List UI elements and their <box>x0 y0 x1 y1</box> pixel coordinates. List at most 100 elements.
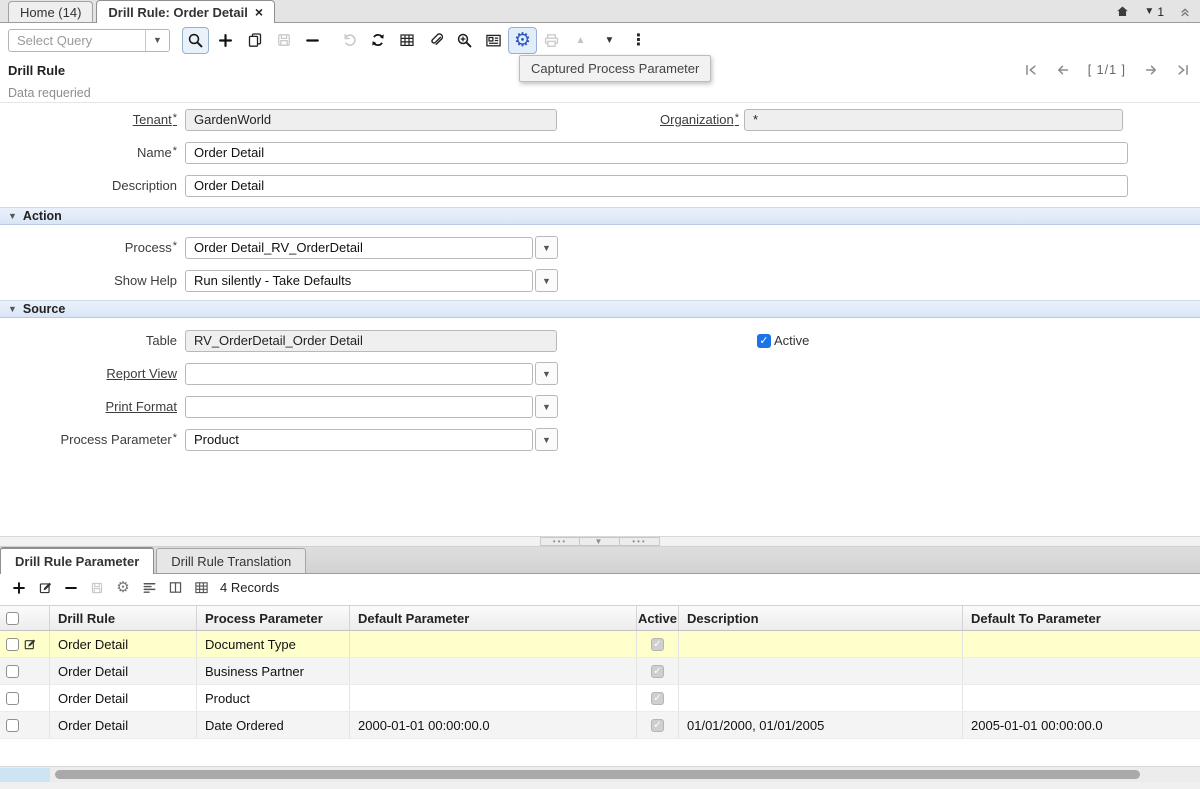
tab-home[interactable]: Home (14) <box>8 1 93 22</box>
edit-row-button[interactable] <box>32 576 58 600</box>
select-all-checkbox[interactable] <box>6 612 19 625</box>
cell-process-parameter[interactable]: Product <box>197 685 350 711</box>
new-row-button[interactable] <box>6 576 32 600</box>
show-help-field[interactable]: Run silently - Take Defaults <box>185 270 533 292</box>
print-format-field[interactable] <box>185 396 533 418</box>
print-format-combobox[interactable]: ▼ <box>185 395 558 418</box>
quick-entry-icon[interactable] <box>136 576 162 600</box>
new-record-button[interactable] <box>211 27 240 54</box>
column-default-to-parameter[interactable]: Default To Parameter <box>963 606 1200 630</box>
splitter-handle[interactable]: ••• <box>620 537 660 546</box>
more-options-icon[interactable]: ⋮ <box>624 27 653 54</box>
column-description[interactable]: Description <box>679 606 963 630</box>
cell-process-parameter[interactable]: Document Type <box>197 631 350 657</box>
tab-drill-rule-parameter[interactable]: Drill Rule Parameter <box>0 547 154 574</box>
report-view-label[interactable]: Report View <box>0 366 185 381</box>
column-process-parameter[interactable]: Process Parameter <box>197 606 350 630</box>
cell-default-parameter[interactable] <box>350 685 637 711</box>
row-select-checkbox[interactable] <box>6 692 19 705</box>
copy-record-button[interactable] <box>240 27 269 54</box>
row-select-checkbox[interactable] <box>6 665 19 678</box>
delete-row-button[interactable] <box>58 576 84 600</box>
cell-default-parameter[interactable] <box>350 658 637 684</box>
chevron-down-icon[interactable]: ▼ <box>145 30 169 51</box>
splitter-collapse-icon[interactable]: ▼ <box>580 537 620 546</box>
report-view-combobox[interactable]: ▼ <box>185 362 558 385</box>
row-select-checkbox[interactable] <box>6 719 19 732</box>
first-record-icon[interactable] <box>1024 63 1038 77</box>
chevron-down-icon[interactable]: ▼ <box>535 269 558 292</box>
panel-splitter[interactable]: ••• ▼ ••• <box>0 536 1200 547</box>
show-help-combobox[interactable]: Run silently - Take Defaults ▼ <box>185 269 558 292</box>
cell-drill-rule[interactable]: Order Detail <box>50 658 197 684</box>
description-field[interactable]: Order Detail <box>185 175 1128 197</box>
column-drill-rule[interactable]: Drill Rule <box>50 606 197 630</box>
chevron-down-icon[interactable]: ▼ <box>535 428 558 451</box>
print-format-label[interactable]: Print Format <box>0 399 185 414</box>
find-record-button[interactable] <box>182 27 209 54</box>
chevron-down-icon[interactable]: ▼ <box>535 362 558 385</box>
cell-drill-rule[interactable]: Order Detail <box>50 631 197 657</box>
refresh-button[interactable] <box>363 27 392 54</box>
toggle-panel-icon[interactable] <box>162 576 188 600</box>
select-query-combobox[interactable]: Select Query ▼ <box>8 29 170 52</box>
grid-toggle-icon[interactable] <box>392 27 421 54</box>
cell-default-parameter[interactable] <box>350 631 637 657</box>
edit-row-icon[interactable] <box>23 637 37 651</box>
process-row-button[interactable]: ⚙ <box>110 576 136 600</box>
scrollbar-thumb[interactable] <box>55 770 1140 779</box>
cell-drill-rule[interactable]: Order Detail <box>50 685 197 711</box>
splitter-handle[interactable]: ••• <box>540 537 580 546</box>
delete-record-button[interactable] <box>298 27 327 54</box>
cell-default-to-parameter[interactable] <box>963 631 1200 657</box>
process-parameter-field[interactable]: Product <box>185 429 533 451</box>
process-field[interactable]: Order Detail_RV_OrderDetail <box>185 237 533 259</box>
table-row[interactable]: Order Detail Document Type ✓ <box>0 631 1200 658</box>
report-view-field[interactable] <box>185 363 533 385</box>
section-action[interactable]: ▼ Action <box>0 207 1200 225</box>
table-row[interactable]: Order Detail Business Partner ✓ <box>0 658 1200 685</box>
attachment-icon[interactable] <box>421 27 450 54</box>
tab-drill-rule-translation[interactable]: Drill Rule Translation <box>156 548 306 573</box>
column-active[interactable]: Active <box>637 606 679 630</box>
name-field[interactable]: Order Detail <box>185 142 1128 164</box>
tab-drill-rule[interactable]: Drill Rule: Order Detail × <box>96 0 275 23</box>
cell-drill-rule[interactable]: Order Detail <box>50 712 197 738</box>
tenant-label[interactable]: Tenant <box>0 112 185 127</box>
grid-view-icon[interactable] <box>188 576 214 600</box>
active-checkbox[interactable]: ✓ <box>757 334 771 348</box>
cell-process-parameter[interactable]: Date Ordered <box>197 712 350 738</box>
horizontal-scrollbar[interactable] <box>0 766 1200 782</box>
process-combobox[interactable]: Order Detail_RV_OrderDetail ▼ <box>185 236 558 259</box>
home-icon[interactable] <box>1115 4 1130 19</box>
organization-label[interactable]: Organization <box>557 112 744 127</box>
cell-description[interactable]: 01/01/2000, 01/01/2005 <box>679 712 963 738</box>
cell-description[interactable] <box>679 631 963 657</box>
row-select-checkbox[interactable] <box>6 638 19 651</box>
cell-process-parameter[interactable]: Business Partner <box>197 658 350 684</box>
chevron-down-icon[interactable]: ▼ <box>535 395 558 418</box>
window-list-dropdown[interactable]: ▼ 1 <box>1144 5 1164 19</box>
table-row[interactable]: Order Detail Product ✓ <box>0 685 1200 712</box>
cell-default-parameter[interactable]: 2000-01-01 00:00:00.0 <box>350 712 637 738</box>
section-source[interactable]: ▼ Source <box>0 300 1200 318</box>
previous-page-icon[interactable] <box>1056 63 1070 77</box>
cell-default-to-parameter[interactable] <box>963 658 1200 684</box>
table-row[interactable]: Order Detail Date Ordered 2000-01-01 00:… <box>0 712 1200 739</box>
cell-description[interactable] <box>679 658 963 684</box>
cell-default-to-parameter[interactable] <box>963 685 1200 711</box>
close-tab-icon[interactable]: × <box>255 5 263 19</box>
column-default-parameter[interactable]: Default Parameter <box>350 606 637 630</box>
zoom-across-icon[interactable] <box>450 27 479 54</box>
next-page-icon[interactable] <box>1144 63 1158 77</box>
report-icon[interactable] <box>479 27 508 54</box>
cell-description[interactable] <box>679 685 963 711</box>
active-checkbox-field[interactable]: ✓ Active <box>757 333 809 348</box>
cell-default-to-parameter[interactable]: 2005-01-01 00:00:00.0 <box>963 712 1200 738</box>
collapse-header-icon[interactable] <box>1178 5 1192 19</box>
last-record-icon[interactable] <box>1176 63 1190 77</box>
captured-process-parameter-button[interactable]: ⚙ <box>508 27 537 54</box>
chevron-down-icon[interactable]: ▼ <box>535 236 558 259</box>
next-record-icon[interactable]: ▼ <box>595 27 624 54</box>
process-parameter-combobox[interactable]: Product ▼ <box>185 428 558 451</box>
